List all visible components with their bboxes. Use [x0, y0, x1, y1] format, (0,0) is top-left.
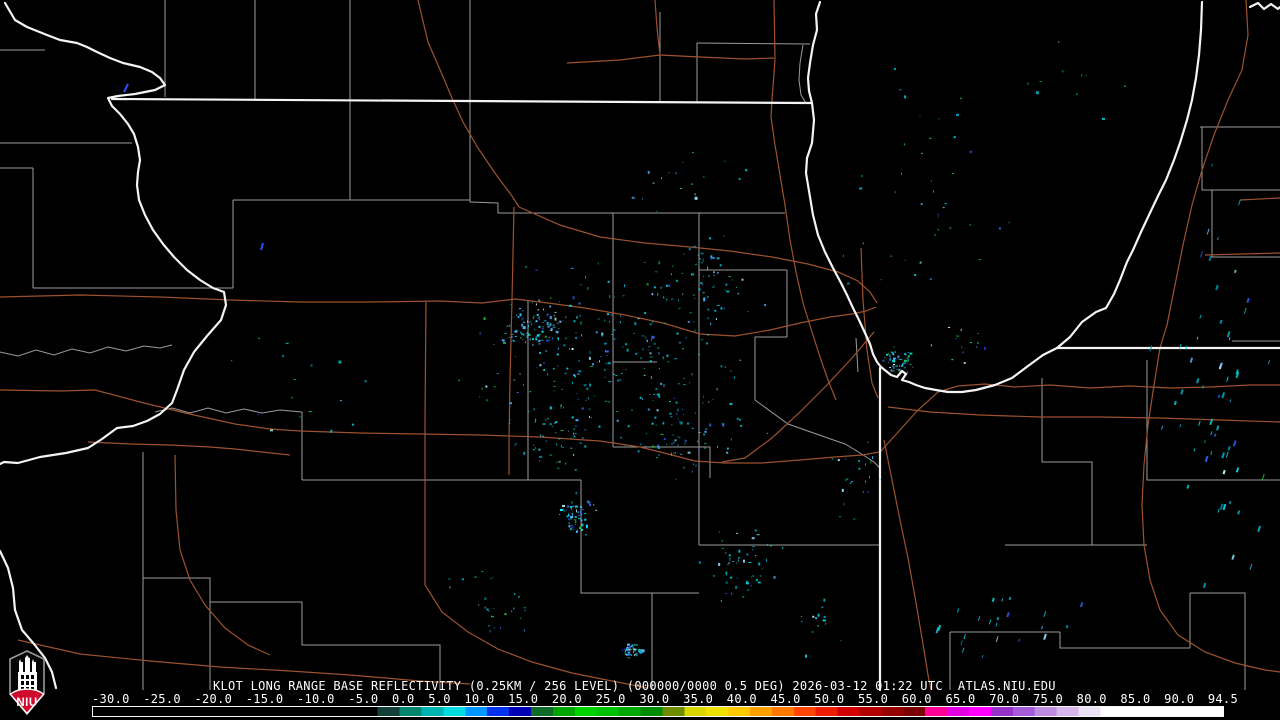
scale-label: 10.0 — [464, 692, 494, 706]
scale-label: -10.0 — [297, 692, 335, 706]
scale-label: 65.0 — [945, 692, 975, 706]
scale-label: 35.0 — [683, 692, 713, 706]
scale-label: 50.0 — [814, 692, 844, 706]
scale-label: -5.0 — [348, 692, 378, 706]
scale-label: 55.0 — [858, 692, 888, 706]
scale-label: 94.5 — [1208, 692, 1238, 706]
scale-label: 90.0 — [1164, 692, 1194, 706]
scale-label: 5.0 — [428, 692, 451, 706]
scale-label: 0.0 — [392, 692, 415, 706]
reflectivity-colorbar — [92, 706, 1224, 717]
colorbar-scale-labels: -30.0 -25.0 -20.0 -15.0 -10.0 -5.0 0.0 5.0 10.0 1… — [92, 692, 1238, 706]
scale-label: 30.0 — [639, 692, 669, 706]
scale-label: -30.0 — [92, 692, 130, 706]
scale-label: 80.0 — [1077, 692, 1107, 706]
scale-label: 40.0 — [727, 692, 757, 706]
scale-label: -20.0 — [195, 692, 233, 706]
scale-label: -25.0 — [143, 692, 181, 706]
scale-label: 70.0 — [989, 692, 1019, 706]
scale-label: 85.0 — [1120, 692, 1150, 706]
scale-label: 15.0 — [508, 692, 538, 706]
radar-viewer-screen: NIU KLOT LONG RANGE BASE REFLECTIVITY (0… — [0, 0, 1280, 720]
scale-label: 60.0 — [902, 692, 932, 706]
scale-label: 75.0 — [1033, 692, 1063, 706]
radar-map — [0, 0, 1280, 694]
scale-label: 25.0 — [596, 692, 626, 706]
niu-logo-text: NIU — [16, 697, 37, 709]
scale-label: 45.0 — [771, 692, 801, 706]
scale-label: -15.0 — [246, 692, 284, 706]
scale-label: 20.0 — [552, 692, 582, 706]
product-title: KLOT LONG RANGE BASE REFLECTIVITY (0.25K… — [213, 679, 1056, 693]
niu-logo: NIU — [7, 650, 47, 716]
